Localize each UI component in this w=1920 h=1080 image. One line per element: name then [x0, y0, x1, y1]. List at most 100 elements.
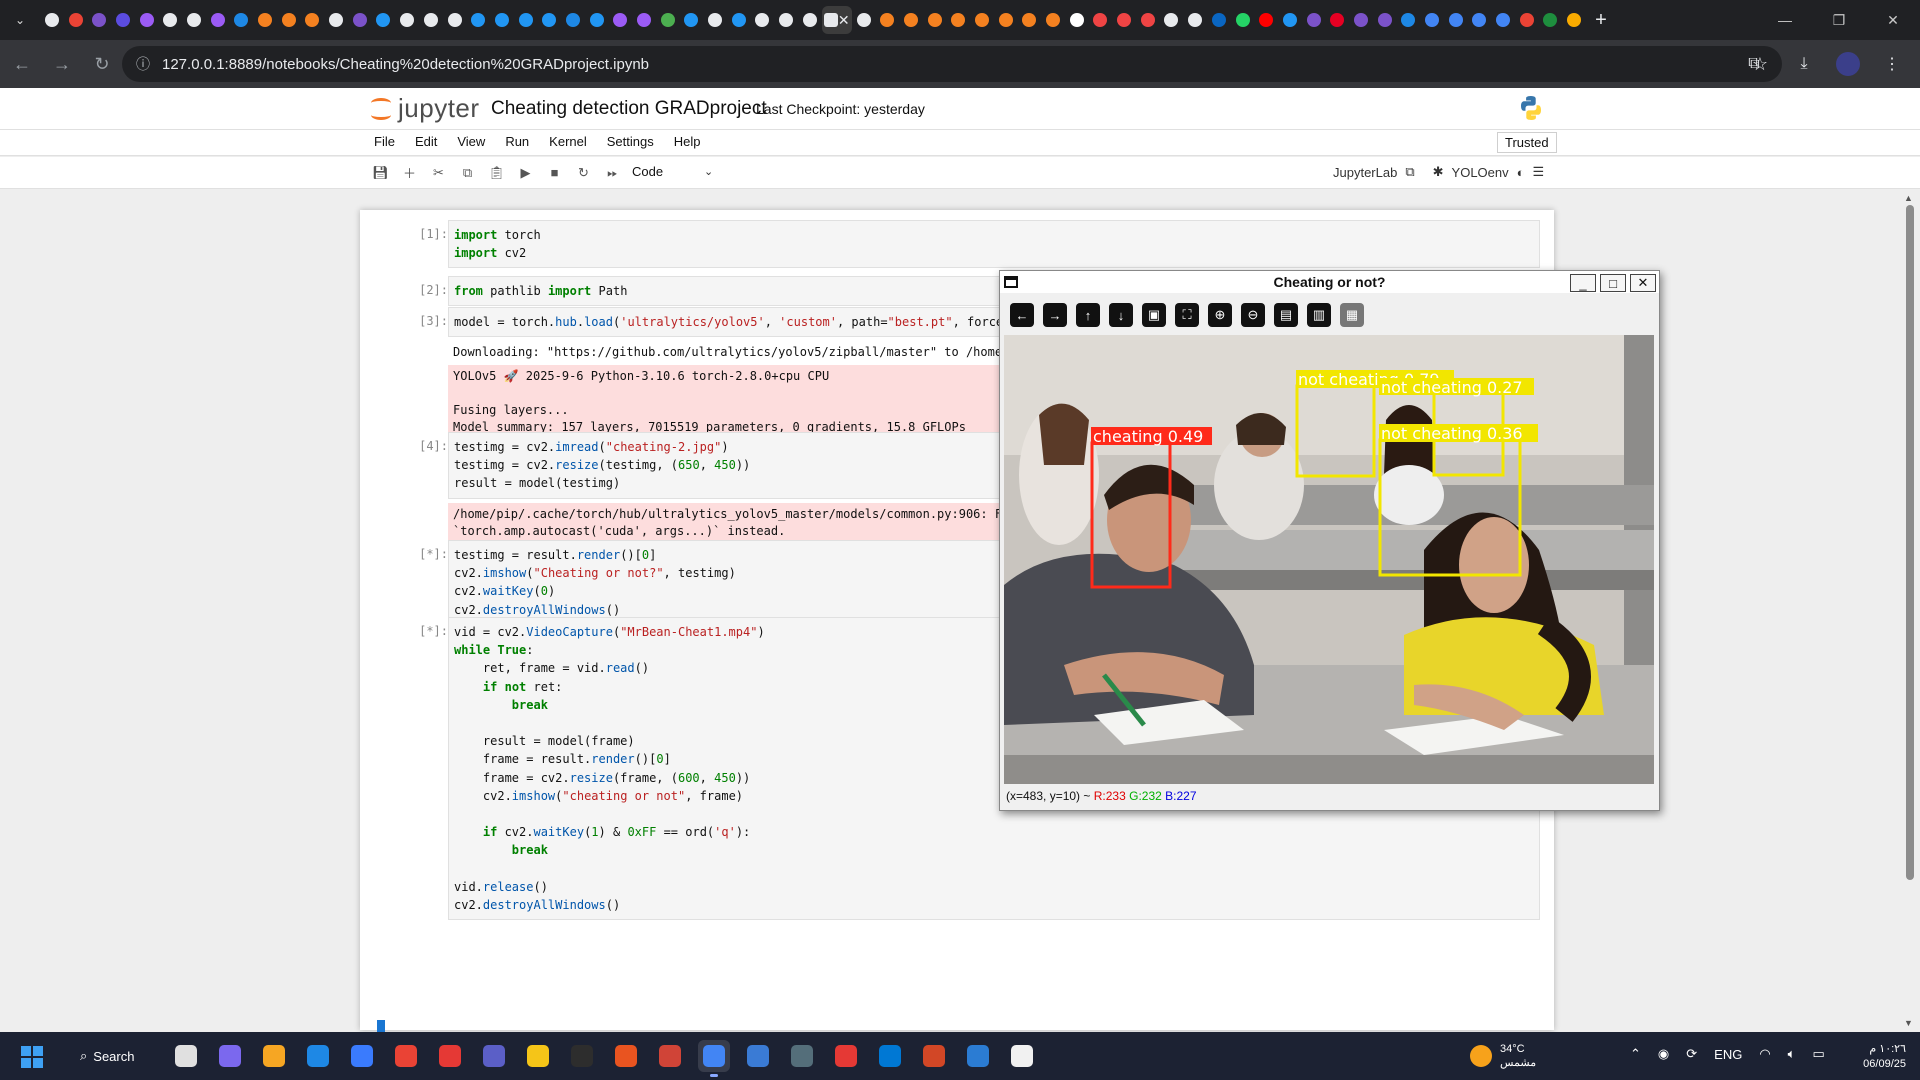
page-scrollbar[interactable] — [1906, 205, 1914, 880]
browser-tab[interactable] — [585, 6, 609, 34]
browser-tab[interactable] — [632, 6, 656, 34]
debugger-bug-icon[interactable]: ✱ — [1433, 164, 1444, 180]
detection-image[interactable]: cheating 0.49 not cheating 0.79 not chea… — [1004, 335, 1654, 784]
pan-left-icon[interactable]: ← — [1010, 303, 1034, 327]
taskbar-app-icon[interactable] — [962, 1040, 994, 1072]
tab-search-button[interactable]: ⌄ — [0, 0, 40, 40]
back-arrow-icon[interactable]: ← — [4, 46, 40, 82]
zoom-out-icon[interactable]: ⊖ — [1241, 303, 1265, 327]
battery-icon[interactable]: ▭ — [1812, 1046, 1824, 1062]
browser-tab[interactable] — [348, 6, 372, 34]
browser-tab[interactable] — [1112, 6, 1136, 34]
menu-item-run[interactable]: Run — [505, 134, 529, 149]
browser-tab[interactable]: ✕ — [821, 6, 852, 34]
browser-tab[interactable] — [923, 6, 947, 34]
wifi-icon[interactable]: ◠ — [1759, 1046, 1770, 1062]
zoom-in-icon[interactable]: ⊕ — [1208, 303, 1232, 327]
taskbar-app-icon[interactable] — [434, 1040, 466, 1072]
browser-tab[interactable] — [1373, 6, 1397, 34]
taskbar-app-icon[interactable] — [874, 1040, 906, 1072]
speaker-icon[interactable]: 🔈︎ — [1788, 1046, 1796, 1062]
pan-right-icon[interactable]: → — [1043, 303, 1067, 327]
browser-tab[interactable] — [230, 6, 254, 34]
sync-icon[interactable]: ⟳ — [1686, 1046, 1697, 1062]
opencv-window[interactable]: Cheating or not? _ □ ✕ ← → ↑ ↓ ▣ ⛶ ⊕ ⊖ ▤… — [999, 270, 1660, 811]
taskbar-app-icon[interactable] — [918, 1040, 950, 1072]
taskbar-app-icon[interactable] — [742, 1040, 774, 1072]
menu-item-kernel[interactable]: Kernel — [549, 134, 587, 149]
cv-close-button[interactable]: ✕ — [1630, 274, 1656, 292]
copy-clipboard-icon[interactable]: ▥ — [1307, 303, 1331, 327]
browser-tab[interactable] — [1183, 6, 1207, 34]
external-link-icon[interactable]: ⧉ — [1405, 164, 1414, 180]
browser-tab[interactable] — [852, 6, 876, 34]
browser-tab[interactable] — [1065, 6, 1089, 34]
browser-tab[interactable] — [1444, 6, 1468, 34]
run-icon[interactable]: ▶ — [511, 165, 540, 181]
menu-item-settings[interactable]: Settings — [607, 134, 654, 149]
save-image-icon[interactable]: ▤ — [1274, 303, 1298, 327]
browser-tab[interactable] — [561, 6, 585, 34]
jupyter-logo[interactable]: jupyter — [370, 93, 480, 124]
browser-tab[interactable] — [372, 6, 396, 34]
kernel-name[interactable]: YOLOenv — [1452, 165, 1509, 180]
taskbar-app-icon[interactable] — [830, 1040, 862, 1072]
taskbar-search[interactable]: ⌕ Search — [70, 1041, 158, 1071]
site-info-icon[interactable]: ⓘ — [136, 54, 150, 74]
tray-app-icon[interactable]: ◉ — [1658, 1046, 1669, 1062]
browser-tab[interactable] — [301, 6, 325, 34]
browser-tab[interactable] — [1349, 6, 1373, 34]
browser-tab[interactable] — [1302, 6, 1326, 34]
language-indicator[interactable]: ENG — [1714, 1047, 1742, 1062]
browser-tab[interactable] — [1539, 6, 1563, 34]
browser-tab[interactable] — [875, 6, 899, 34]
browser-tab[interactable] — [970, 6, 994, 34]
windows-start-icon[interactable] — [21, 1046, 43, 1068]
browser-tab[interactable] — [1207, 6, 1231, 34]
browser-tab[interactable] — [994, 6, 1018, 34]
taskbar-app-icon[interactable] — [214, 1040, 246, 1072]
browser-tab[interactable] — [324, 6, 348, 34]
menu-item-edit[interactable]: Edit — [415, 134, 437, 149]
browser-tab[interactable] — [40, 6, 64, 34]
jupyterlab-link[interactable]: JupyterLab — [1333, 165, 1397, 180]
browser-menu-icon[interactable]: ⋮ — [1874, 46, 1910, 82]
copy-icon[interactable]: ⧉ — [453, 165, 482, 181]
cv-maximize-button[interactable]: □ — [1600, 274, 1626, 292]
browser-tab[interactable] — [1562, 6, 1586, 34]
browser-tab[interactable] — [1491, 6, 1515, 34]
browser-tab[interactable] — [1160, 6, 1184, 34]
browser-tab[interactable] — [466, 6, 490, 34]
browser-tab[interactable] — [727, 6, 751, 34]
browser-tab[interactable] — [111, 6, 135, 34]
taskbar-app-icon[interactable] — [522, 1040, 554, 1072]
paste-icon[interactable]: 📋︎ — [482, 165, 511, 181]
taskbar-app-icon[interactable] — [478, 1040, 510, 1072]
browser-tab[interactable] — [135, 6, 159, 34]
browser-tab[interactable] — [1089, 6, 1113, 34]
weather-widget[interactable]: 34°C مشمس — [1470, 1042, 1536, 1070]
url-text[interactable]: 127.0.0.1:8889/notebooks/Cheating%20dete… — [162, 56, 649, 73]
cv-minimize-button[interactable]: _ — [1570, 274, 1596, 292]
menu-item-view[interactable]: View — [457, 134, 485, 149]
taskbar-app-icon[interactable] — [566, 1040, 598, 1072]
taskbar-app-icon[interactable] — [302, 1040, 334, 1072]
browser-tab[interactable] — [182, 6, 206, 34]
forward-arrow-icon[interactable]: → — [44, 46, 80, 82]
cell-type-select[interactable]: Code — [632, 164, 663, 179]
new-tab-button[interactable]: + — [1586, 9, 1616, 32]
browser-tab[interactable] — [774, 6, 798, 34]
taskbar-app-icon[interactable] — [610, 1040, 642, 1072]
stop-icon[interactable]: ■ — [540, 165, 569, 180]
browser-tab[interactable] — [395, 6, 419, 34]
taskbar-app-icon[interactable] — [346, 1040, 378, 1072]
extensions-icon[interactable]: ⧉ — [1736, 46, 1772, 82]
downloads-icon[interactable]: ⤓ — [1786, 46, 1822, 82]
browser-tab[interactable] — [680, 6, 704, 34]
taskbar-app-icon[interactable] — [654, 1040, 686, 1072]
browser-tab[interactable] — [609, 6, 633, 34]
zoom-fit-icon[interactable]: ⛶ — [1175, 303, 1199, 327]
browser-tab[interactable] — [206, 6, 230, 34]
run-all-icon[interactable]: ⏩︎ — [598, 165, 627, 181]
browser-tab[interactable] — [798, 6, 822, 34]
